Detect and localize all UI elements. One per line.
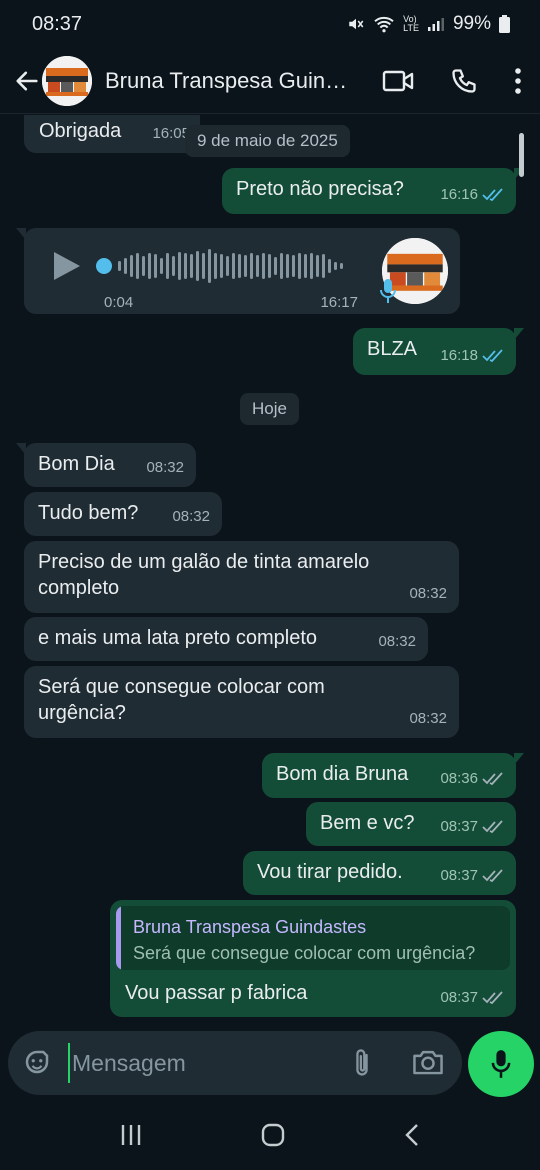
play-icon[interactable]	[52, 250, 82, 282]
battery-level: 99%	[452, 13, 491, 34]
attach-icon[interactable]	[348, 1047, 376, 1079]
double-check-icon	[482, 772, 503, 786]
status-bar: 08:37 Vo) LTE 99%	[0, 0, 540, 48]
message-text: Preciso de um galão de tinta amarelo com…	[38, 551, 370, 599]
message-time: 08:37	[440, 989, 478, 1006]
message-text: Bem e vc?	[320, 812, 415, 834]
message-text: Preto não precisa?	[236, 178, 404, 200]
message-text: BLZA	[367, 338, 418, 360]
back-arrow-icon	[16, 71, 38, 90]
back-button[interactable]	[8, 61, 46, 101]
message-time: 16:17	[320, 294, 358, 311]
audio-duration: 0:04	[104, 294, 134, 311]
audio-waveform[interactable]	[104, 248, 343, 284]
message-outgoing[interactable]: Vou tirar pedido. 08:37	[243, 851, 516, 895]
video-call-icon[interactable]	[382, 69, 414, 93]
message-composer	[8, 1031, 462, 1095]
quote-bar	[116, 906, 121, 970]
mute-icon	[349, 18, 364, 30]
chat-header: Bruna Transpesa Guindastes	[0, 48, 540, 114]
double-check-icon	[482, 869, 503, 883]
signal-icon	[427, 18, 444, 31]
quoted-text: Será que consegue colocar com urgência?	[133, 943, 476, 963]
double-check-icon	[482, 991, 503, 1005]
voice-record-button[interactable]	[468, 1031, 534, 1097]
message-incoming[interactable]: e mais uma lata preto completo 08:32	[24, 617, 428, 661]
battery-icon	[499, 15, 510, 33]
message-text: Vou passar p fabrica	[125, 982, 308, 1004]
date-divider: Hoje	[240, 393, 299, 425]
more-vert-icon[interactable]	[514, 68, 522, 94]
wifi-icon	[374, 16, 394, 33]
message-incoming[interactable]: Bom Dia 08:32	[16, 443, 196, 487]
quoted-sender: Bruna Transpesa Guindastes	[133, 917, 367, 937]
message-time: 08:32	[172, 508, 210, 525]
message-time: 08:37	[440, 867, 478, 884]
status-time: 08:37	[32, 12, 83, 35]
message-outgoing[interactable]: Bom dia Bruna 08:36	[262, 753, 524, 798]
audio-progress-dot[interactable]	[96, 258, 112, 274]
message-time: 16:18	[440, 347, 478, 364]
message-outgoing[interactable]: BLZA 16:18	[353, 328, 524, 375]
message-outgoing[interactable]: Preto não precisa? 16:16	[222, 168, 524, 214]
system-nav-bar	[0, 1100, 540, 1170]
sticker-icon[interactable]	[22, 1047, 52, 1077]
message-text: Tudo bem?	[38, 502, 139, 524]
chat-scrollbar[interactable]	[519, 133, 524, 177]
recent-apps-icon[interactable]	[119, 1124, 143, 1146]
audio-message[interactable]: 0:04 16:17	[16, 228, 460, 314]
camera-icon[interactable]	[412, 1047, 444, 1077]
message-input[interactable]	[68, 1043, 328, 1083]
mic-icon	[380, 279, 396, 303]
chat-area[interactable]: Obrigada 16:05 9 de maio de 2025 Preto n…	[0, 115, 540, 1025]
double-check-icon	[482, 188, 503, 202]
message-time: 08:32	[378, 633, 416, 650]
message-text: e mais uma lata preto completo	[38, 627, 318, 649]
message-incoming[interactable]: Tudo bem? 08:32	[24, 492, 222, 536]
contact-avatar[interactable]	[42, 55, 92, 106]
contact-name[interactable]: Bruna Transpesa Guindastes	[105, 68, 353, 94]
message-incoming[interactable]: Será que consegue colocar com urgência? …	[24, 666, 459, 738]
message-incoming[interactable]: Preciso de um galão de tinta amarelo com…	[24, 541, 459, 613]
volte-indicator: Vo) LTE	[403, 14, 419, 33]
message-time: 08:32	[409, 585, 447, 602]
message-text: Bom dia Bruna	[276, 763, 409, 785]
phone-icon[interactable]	[450, 67, 478, 95]
message-text: Vou tirar pedido.	[257, 861, 403, 883]
message-incoming[interactable]: Obrigada 16:05	[24, 115, 200, 153]
quoted-message[interactable]: Bruna Transpesa Guindastes Será que cons…	[116, 906, 510, 970]
nav-back-icon[interactable]	[403, 1123, 421, 1147]
date-divider: 9 de maio de 2025	[185, 125, 350, 157]
message-outgoing[interactable]: Bem e vc? 08:37	[306, 802, 516, 846]
message-text: Será que consegue colocar com urgência?	[38, 676, 325, 724]
message-time: 08:32	[409, 710, 447, 727]
message-time: 08:36	[440, 770, 478, 787]
double-check-icon	[482, 349, 503, 363]
home-icon[interactable]	[261, 1123, 285, 1147]
status-icons: Vo) LTE 99%	[347, 13, 510, 35]
message-time: 08:32	[146, 459, 184, 476]
header-actions	[382, 48, 522, 114]
message-text: Bom Dia	[38, 453, 115, 475]
double-check-icon	[482, 820, 503, 834]
message-time: 08:37	[440, 818, 478, 835]
message-outgoing-reply[interactable]: Bruna Transpesa Guindastes Será que cons…	[110, 900, 516, 1017]
message-time: 16:16	[440, 186, 478, 203]
mic-icon	[491, 1050, 511, 1078]
